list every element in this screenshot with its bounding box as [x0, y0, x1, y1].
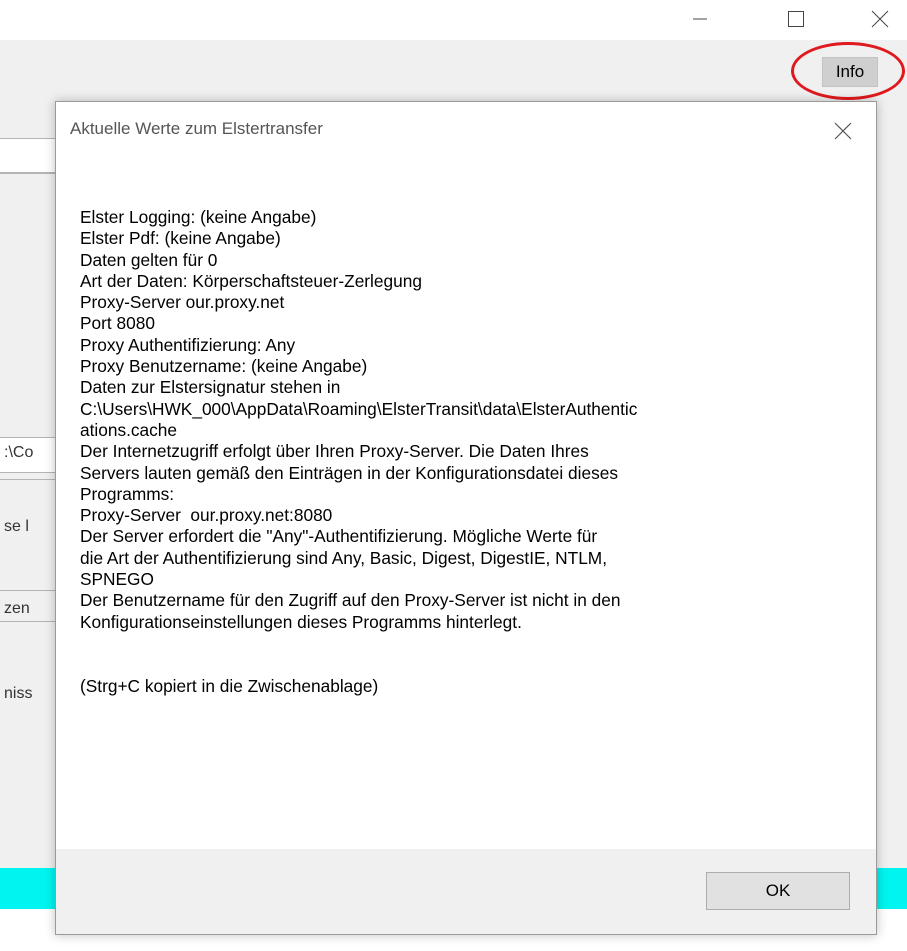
bg-fragment: zen — [4, 600, 30, 617]
message-line: C:\Users\HWK_000\AppData\Roaming\ElsterT… — [80, 398, 638, 419]
bg-divider — [0, 621, 56, 622]
bg-path-field: :\Co — [0, 437, 56, 473]
message-line: die Art der Authentifizierung sind Any, … — [80, 547, 608, 568]
message-line: Proxy Benutzername: (keine Angabe) — [80, 356, 368, 377]
bg-divider — [0, 479, 56, 480]
message-line: Der Internetzugriff erfolgt über Ihren P… — [80, 441, 589, 462]
ok-button[interactable]: OK — [706, 872, 850, 910]
message-line: Der Benutzername für den Zugriff auf den… — [80, 590, 621, 611]
message-line: Port 8080 — [80, 313, 155, 334]
message-line: Daten zur Elstersignatur stehen in — [80, 377, 341, 398]
message-line: Elster Logging: (keine Angabe) — [80, 207, 317, 227]
bg-fragment: se l — [4, 518, 29, 535]
message-line: Elster Pdf: (keine Angabe) — [80, 228, 281, 249]
message-line: Proxy-Server our.proxy.net:8080 — [80, 505, 333, 526]
message-line: Proxy Authentifizierung: Any — [80, 334, 296, 355]
bg-fragment: :\Co — [4, 444, 34, 461]
clipboard-hint: (Strg+C kopiert in die Zwischenablage) — [80, 675, 379, 696]
bg-divider — [0, 590, 56, 591]
message-line: Der Server erfordert die "Any"-Authentif… — [80, 526, 598, 547]
message-line: SPNEGO — [80, 569, 154, 590]
dialog-title: Aktuelle Werte zum Elstertransfer — [70, 119, 323, 138]
bg-field — [0, 138, 56, 174]
window-titlebar — [0, 0, 907, 40]
message-line: Art der Daten: Körperschaftsteuer-Zerleg… — [80, 270, 422, 291]
dialog-message: Elster Logging: (keine Angabe) Elster Pd… — [80, 207, 860, 697]
minimize-button[interactable] — [680, 4, 720, 34]
close-button[interactable] — [860, 4, 900, 34]
message-line: Servers lauten gemäß den Einträgen in de… — [80, 462, 618, 483]
bg-fragment: niss — [4, 685, 33, 702]
bg-divider — [0, 172, 56, 173]
info-button[interactable]: Info — [822, 57, 878, 87]
message-line: Programms: — [80, 483, 175, 504]
minimize-icon — [693, 18, 707, 20]
message-line: ations.cache — [80, 419, 178, 440]
dialog-footer: OK — [56, 849, 876, 934]
maximize-button[interactable] — [776, 4, 816, 34]
message-line: Konfigurationseinstellungen dieses Progr… — [80, 611, 522, 632]
message-line: Proxy-Server our.proxy.net — [80, 292, 285, 313]
close-icon — [871, 10, 889, 28]
maximize-icon — [788, 11, 804, 27]
close-icon — [834, 122, 852, 140]
dialog-close-button[interactable] — [828, 116, 858, 146]
info-dialog: Aktuelle Werte zum Elstertransfer Elster… — [55, 101, 877, 935]
message-line: Daten gelten für 0 — [80, 249, 218, 270]
